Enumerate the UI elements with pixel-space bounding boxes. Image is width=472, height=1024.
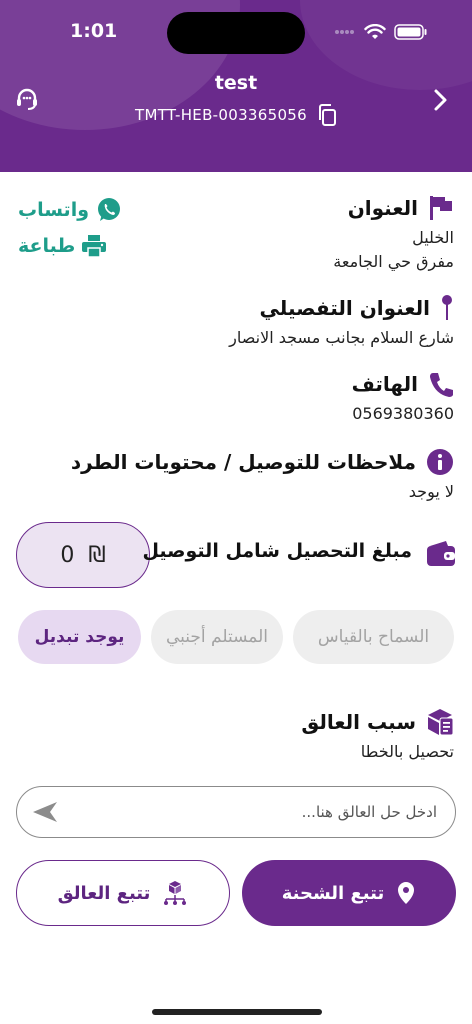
page-title: test: [214, 72, 258, 94]
package-icon: [428, 709, 454, 736]
cod-amount: 0: [60, 542, 75, 568]
home-indicator[interactable]: [152, 1009, 322, 1015]
wallet-icon: [427, 541, 455, 566]
allow-measure-chip[interactable]: السماح بالقياس: [293, 610, 454, 664]
flag-icon: [430, 196, 452, 220]
signal-icon: [335, 30, 354, 34]
chevron-right-icon: [434, 89, 447, 111]
detailed-address-value: شارع السلام بجانب مسجد الانصار: [229, 328, 454, 347]
notes-value: لا يوجد: [408, 482, 454, 501]
stuck-reason-value: تحصيل بالخطا: [360, 742, 454, 761]
battery-icon: [394, 24, 427, 40]
dynamic-island: [167, 12, 305, 54]
info-icon: [427, 449, 453, 475]
status-icons: [334, 20, 428, 44]
cod-label: مبلغ التحصيل شامل التوصيل: [142, 540, 412, 562]
address-title: العنوان: [347, 196, 418, 220]
track-shipment-button[interactable]: تتبع الشحنة: [242, 860, 456, 926]
app-header: 1:01 test TMTT-HEB-003365056: [0, 0, 472, 172]
tracking-row: TMTT-HEB-003365056: [0, 104, 472, 126]
address-area: مفرق حي الجامعة: [333, 252, 454, 271]
foreign-recipient-chip[interactable]: المستلم أجنبي: [151, 610, 283, 664]
currency-symbol: ₪: [88, 542, 106, 568]
address-city: الخليل: [412, 228, 454, 247]
map-pin-icon: [442, 295, 452, 320]
whatsapp-icon: [98, 198, 121, 221]
cod-amount-field[interactable]: 0 ₪: [16, 522, 150, 588]
whatsapp-label: واتساب: [18, 199, 90, 221]
copy-icon[interactable]: [317, 104, 337, 126]
tracking-number: TMTT-HEB-003365056: [135, 106, 307, 124]
phone-section: الهاتف 0569380360: [352, 370, 454, 426]
track-stuck-label: تتبع العالق: [57, 882, 151, 904]
cod-row: 0 ₪ مبلغ التحصيل شامل التوصيل: [0, 520, 472, 588]
status-time: 1:01: [70, 20, 118, 42]
back-button[interactable]: [426, 86, 454, 114]
package-network-icon: [164, 881, 187, 905]
detailed-address-title: العنوان التفصيلي: [259, 296, 430, 320]
wifi-icon: [364, 24, 386, 39]
address-section: العنوان الخليل مفرق حي الجامعة: [333, 194, 454, 274]
track-shipment-label: تتبع الشحنة: [281, 882, 385, 904]
detailed-address-section: العنوان التفصيلي شارع السلام بجانب مسجد …: [229, 294, 454, 350]
stuck-solution-field[interactable]: [16, 786, 456, 838]
location-pin-icon: [398, 882, 415, 904]
phone-title: الهاتف: [351, 372, 418, 396]
phone-icon: [430, 373, 453, 397]
send-icon[interactable]: [31, 800, 59, 824]
print-button[interactable]: طباعة: [18, 234, 107, 258]
whatsapp-button[interactable]: واتساب: [18, 196, 123, 224]
stuck-solution-input[interactable]: [57, 792, 437, 832]
exchange-chip[interactable]: يوجد تبديل: [18, 610, 141, 664]
phone-value[interactable]: 0569380360: [352, 402, 454, 426]
print-label: طباعة: [18, 235, 76, 257]
stuck-reason-title: سبب العالق: [301, 710, 416, 734]
track-stuck-button[interactable]: تتبع العالق: [16, 860, 230, 926]
notes-title: ملاحظات للتوصيل / محتويات الطرد: [70, 450, 416, 474]
stuck-reason-section: سبب العالق تحصيل بالخطا: [301, 708, 454, 764]
notes-section: ملاحظات للتوصيل / محتويات الطرد لا يوجد: [71, 448, 454, 504]
printer-icon: [82, 235, 107, 258]
